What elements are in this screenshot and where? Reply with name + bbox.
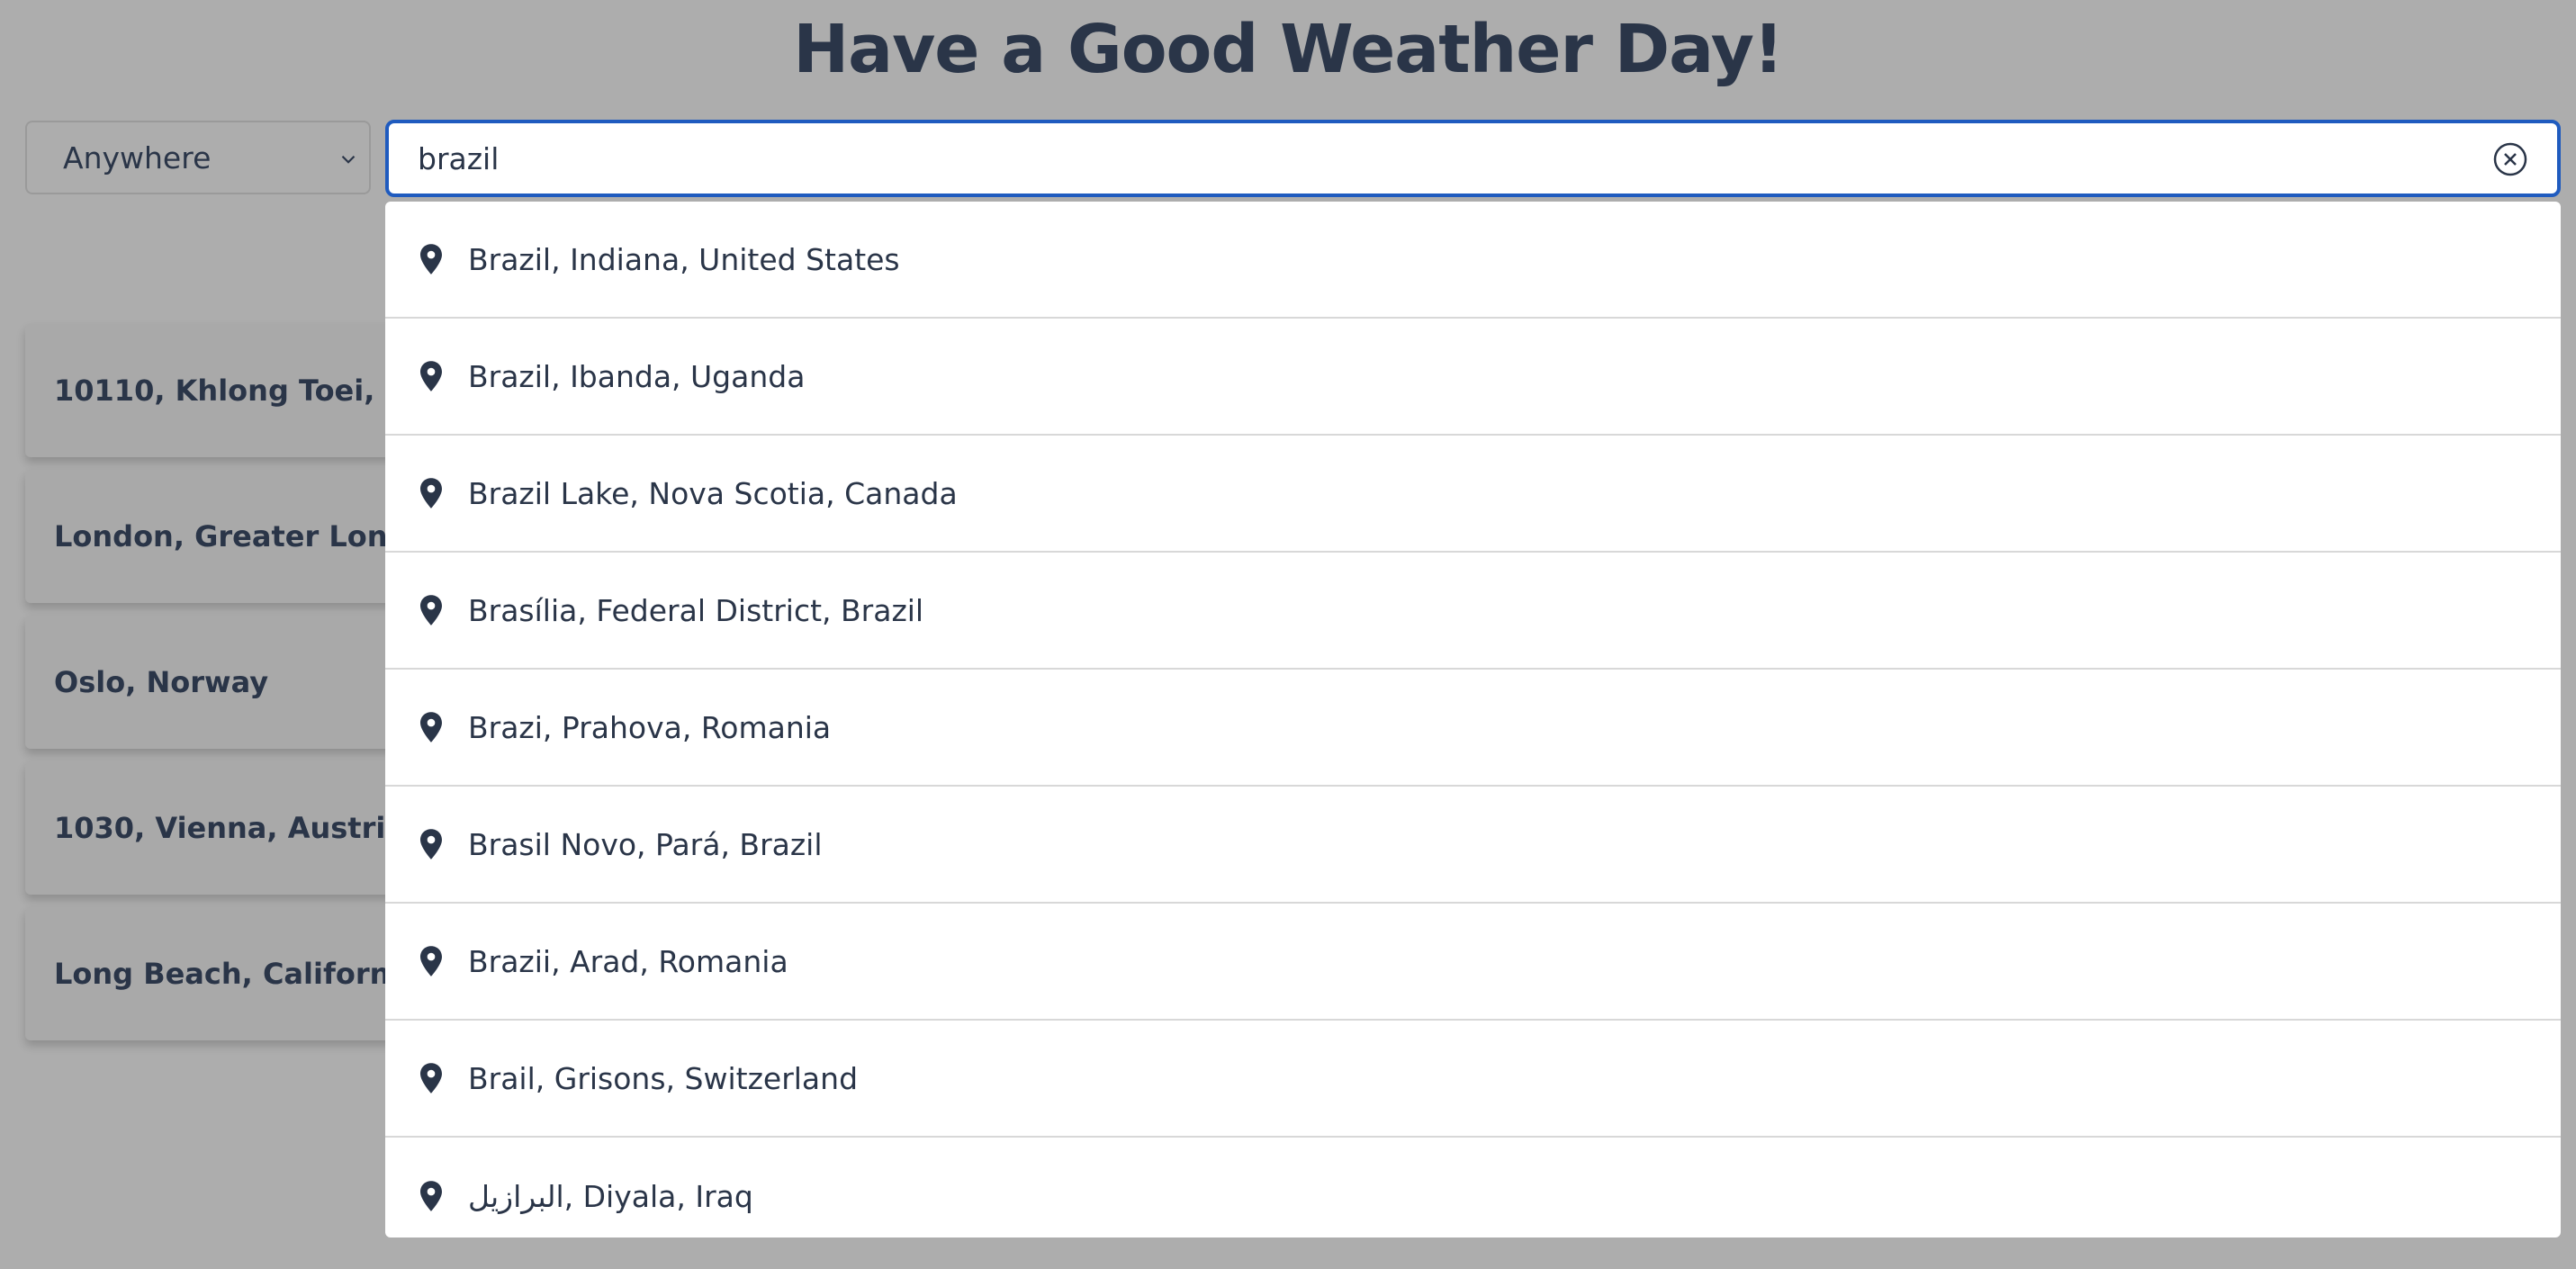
map-pin-icon [420,1181,442,1211]
suggestion-item[interactable]: Brazil, Ibanda, Uganda [385,319,2561,436]
suggestion-label: Brazi, Prahova, Romania [468,709,832,745]
suggestion-label: Brazil Lake, Nova Scotia, Canada [468,475,958,511]
suggestion-label: Brazii, Arad, Romania [468,943,788,979]
saved-location-card[interactable]: 1030, Vienna, Austria [25,761,439,895]
chevron-down-icon [341,155,356,164]
search-suggestions-dropdown: Brazil, Indiana, United States Brazil, I… [385,202,2561,1238]
map-pin-icon [420,829,442,860]
map-pin-icon [420,595,442,626]
saved-location-card[interactable]: 10110, Khlong Toei, Bangkok, Thailand [25,324,439,457]
location-filter-value: Anywhere [63,140,212,176]
map-pin-icon [420,712,442,742]
page-title: Have a Good Weather Day! [793,11,1784,88]
suggestion-label: Brasília, Federal District, Brazil [468,592,924,628]
search-field[interactable] [385,120,2561,197]
clear-search-icon[interactable] [2492,141,2528,177]
suggestion-label: Brazil, Indiana, United States [468,241,900,277]
map-pin-icon [420,946,442,976]
suggestion-item[interactable]: Brasil Novo, Pará, Brazil [385,787,2561,904]
map-pin-icon [420,478,442,508]
map-pin-icon [420,361,442,392]
suggestion-label: Brasil Novo, Pará, Brazil [468,826,823,862]
suggestion-item[interactable]: Brazil, Indiana, United States [385,202,2561,319]
saved-location-card[interactable]: London, Greater London, United Kingdom [25,470,439,603]
suggestion-item[interactable]: Brasília, Federal District, Brazil [385,553,2561,670]
suggestion-label: Brazil, Ibanda, Uganda [468,358,806,394]
map-pin-icon [420,244,442,274]
suggestion-item[interactable]: البرازيل, Diyala, Iraq [385,1138,2561,1238]
suggestion-item[interactable]: Brazii, Arad, Romania [385,904,2561,1021]
map-pin-icon [420,1063,442,1094]
suggestion-item[interactable]: Brail, Grisons, Switzerland [385,1021,2561,1138]
suggestion-item[interactable]: Brazi, Prahova, Romania [385,670,2561,787]
saved-location-card[interactable]: Oslo, Norway [25,616,439,749]
suggestion-label: Brail, Grisons, Switzerland [468,1060,859,1096]
suggestion-label: البرازيل, Diyala, Iraq [468,1178,753,1214]
location-filter-select[interactable]: Anywhere [25,121,371,194]
suggestion-item[interactable]: Brazil Lake, Nova Scotia, Canada [385,436,2561,553]
saved-location-card[interactable]: Long Beach, California, United States [25,907,439,1040]
search-input[interactable] [416,140,2400,177]
